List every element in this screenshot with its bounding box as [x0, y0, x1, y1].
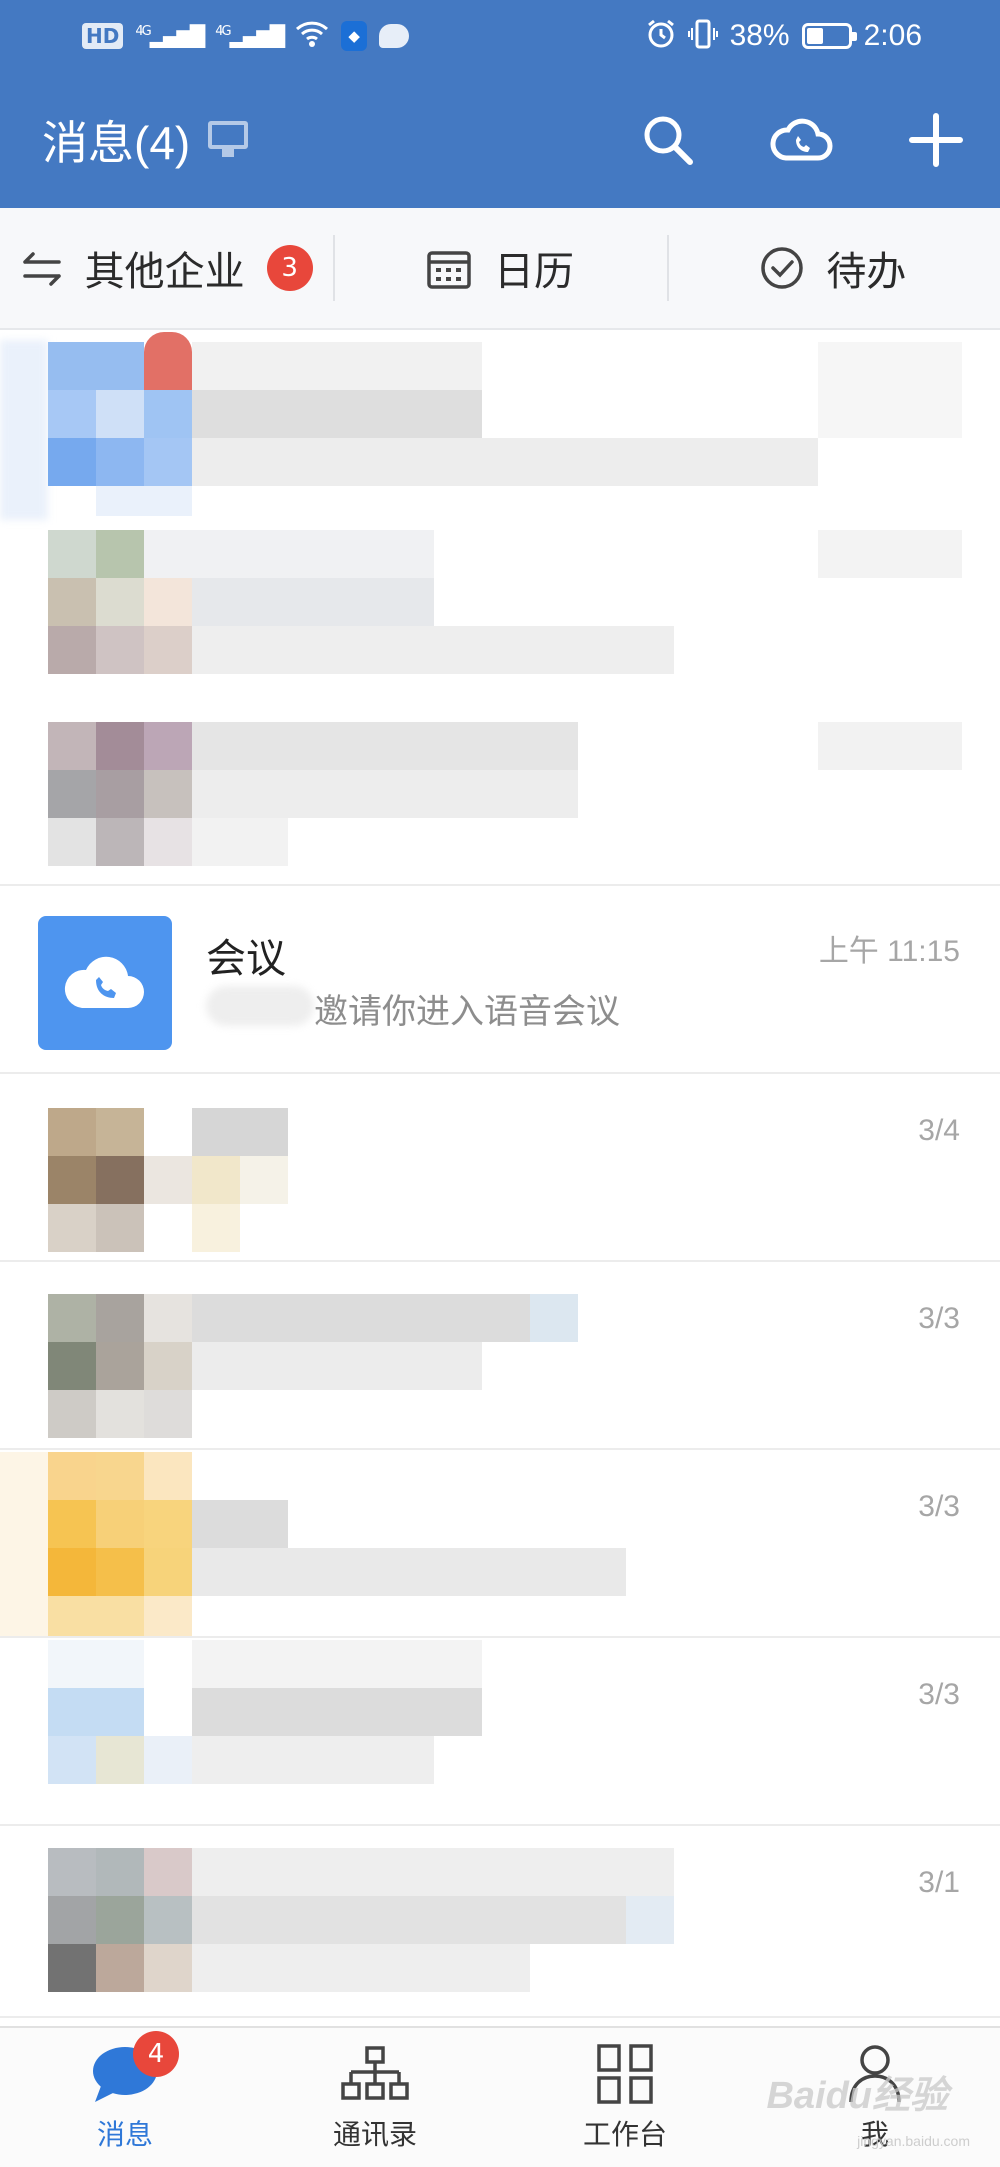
cloud-phone-button[interactable] [766, 104, 838, 176]
shortcut-label: 其他企业 [84, 249, 245, 295]
battery-icon [801, 23, 857, 49]
list-item-meeting[interactable]: 会议 上午 11:15 邀请你进入语音会议 [0, 888, 1000, 1074]
message-title: 会议 [206, 936, 286, 982]
list-item[interactable]: 3/4 [0, 1076, 1000, 1262]
check-circle-icon [761, 247, 804, 289]
search-button[interactable] [632, 104, 704, 176]
message-time: 3/3 [918, 1302, 960, 1335]
org-chart-icon [335, 2039, 415, 2109]
nav-contacts[interactable]: 通讯录 [250, 2028, 500, 2167]
messages-badge: 4 [133, 2031, 179, 2077]
cloud-phone-icon [770, 118, 833, 161]
nav-messages[interactable]: 4 消息 [0, 2028, 250, 2167]
app-header: 消息(4) [0, 72, 1000, 208]
nav-label: 通讯录 [332, 2118, 417, 2151]
shortcut-other-enterprise[interactable]: 其他企业 3 [0, 207, 333, 329]
signal-icon: 4G▂▄▆█ [135, 24, 205, 48]
nav-label: 消息 [96, 2118, 153, 2151]
shortcut-label: 待办 [826, 249, 907, 295]
message-preview: 邀请你进入语音会议 [314, 992, 620, 1032]
nav-label: 工作台 [582, 2118, 667, 2151]
cloud-phone-icon [64, 956, 144, 1008]
signal-icon-2: 4G▂▄▆█ [215, 24, 285, 48]
switch-arrows-icon [22, 252, 61, 286]
list-item[interactable]: 3/3 [0, 1264, 1000, 1450]
list-item[interactable] [0, 332, 1000, 886]
hd-indicator: HD [82, 23, 124, 49]
header-actions [632, 72, 972, 208]
list-item[interactable]: 3/3 [0, 1640, 1000, 1826]
shortcut-todo[interactable]: 待办 [666, 207, 1000, 329]
bottom-navigation: 4 消息 通讯录 工作台 我 Baidu经验 jingyan.baidu.com [0, 2026, 1000, 2167]
nav-workbench[interactable]: 工作台 [500, 2028, 750, 2167]
message-time: 3/4 [918, 1114, 960, 1147]
status-bar: HD 4G▂▄▆█ 4G▂▄▆█ ◆ 38% 2:06 [0, 0, 1000, 72]
shortcut-bar: 其他企业 3 日历 待办 [0, 208, 1000, 330]
meeting-avatar [38, 916, 172, 1050]
shortcut-label: 日历 [493, 249, 574, 295]
add-button[interactable] [900, 104, 972, 176]
shield-icon: ◆ [341, 21, 368, 51]
status-left: HD 4G▂▄▆█ 4G▂▄▆█ ◆ [82, 20, 410, 52]
message-list: 会议 上午 11:15 邀请你进入语音会议 3/4 3/3 3/3 3/3 3/… [0, 332, 1000, 2026]
blurred-sender [206, 986, 314, 1026]
message-time: 上午 11:15 [818, 935, 960, 968]
status-right: 38% 2:06 [646, 18, 922, 54]
alarm-icon [646, 19, 676, 53]
desktop-icon[interactable] [208, 121, 249, 159]
chat-bubble-icon: 4 [85, 2031, 179, 2109]
vibrate-icon [687, 18, 718, 54]
shortcut-calendar[interactable]: 日历 [333, 207, 666, 329]
chat-notification-icon [379, 24, 410, 48]
message-time: 3/3 [918, 1678, 960, 1711]
plus-icon [909, 113, 963, 167]
message-time: 3/1 [918, 1866, 960, 1899]
enterprise-badge: 3 [266, 245, 313, 291]
clock: 2:06 [863, 19, 922, 52]
calendar-icon [427, 251, 471, 289]
battery-percent: 38% [729, 19, 790, 52]
list-item[interactable]: 3/1 [0, 1828, 1000, 2018]
baidu-watermark: Baidu经验 [766, 2075, 948, 2117]
wifi-icon [295, 20, 329, 52]
grid-icon [585, 2039, 665, 2109]
page-title: 消息(4) [42, 117, 191, 169]
baidu-watermark-url: jingyan.baidu.com [857, 2133, 970, 2149]
message-time: 3/3 [918, 1490, 960, 1523]
list-item[interactable]: 3/3 [0, 1452, 1000, 1638]
search-icon [644, 116, 693, 165]
